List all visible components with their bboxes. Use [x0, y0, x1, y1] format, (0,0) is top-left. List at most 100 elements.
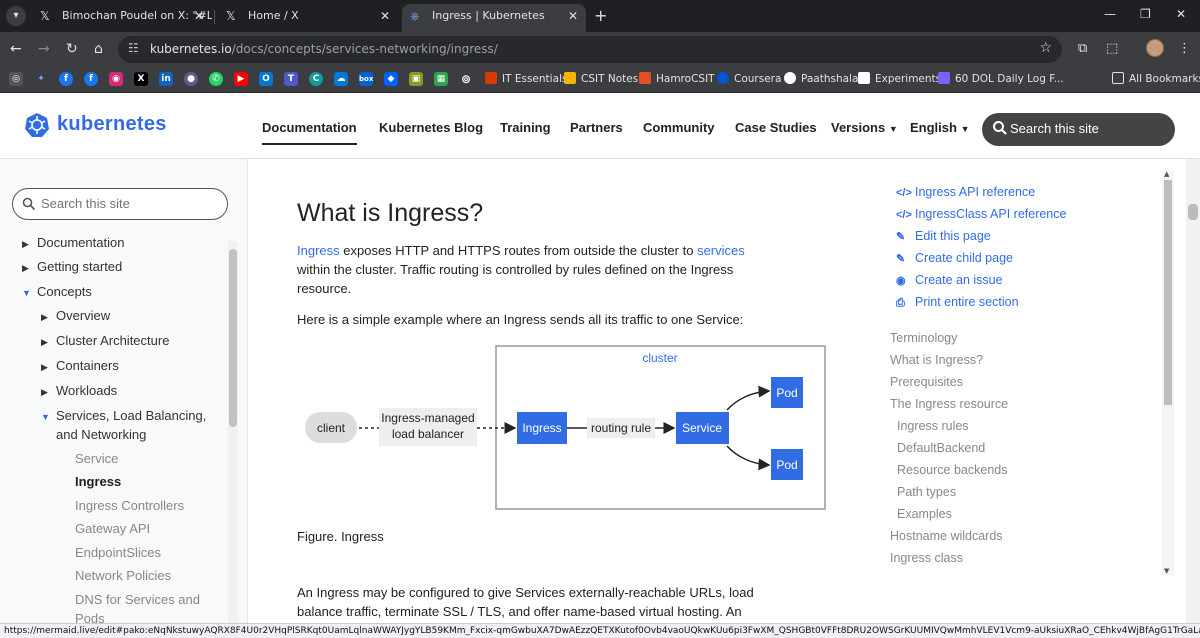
close-tab-icon[interactable]: ✕ — [568, 4, 578, 28]
avatar[interactable] — [1146, 39, 1164, 57]
close-window-icon[interactable]: ✕ — [1176, 7, 1186, 21]
restore-icon[interactable]: ❐ — [1140, 7, 1151, 21]
scrollbar-thumb[interactable] — [1164, 180, 1172, 405]
sidebar-sub-gateway-api[interactable]: Gateway API — [75, 521, 150, 536]
forward-button[interactable]: → — [38, 40, 50, 58]
sidebar-item-containers[interactable]: ▶ Containers — [41, 357, 119, 376]
sidebar-item-cluster-architecture[interactable]: ▶ Cluster Architecture — [41, 332, 169, 351]
scrollbar-thumb[interactable] — [1188, 204, 1198, 220]
outlook-icon[interactable]: O — [259, 72, 273, 86]
sidebar-sub-ingress-controllers[interactable]: Ingress Controllers — [75, 498, 184, 513]
kubernetes-logo-icon[interactable] — [24, 112, 50, 138]
bookmark-csit-notes[interactable]: CSIT Notes — [564, 71, 638, 87]
sheets-icon[interactable]: ▦ — [434, 72, 448, 86]
sidebar-sub-endpointslices[interactable]: EndpointSlices — [75, 545, 161, 560]
github-copilot-icon[interactable]: ● — [184, 72, 198, 86]
nav-case-studies[interactable]: Case Studies — [735, 120, 817, 135]
bookmark-coursera[interactable]: Coursera — [717, 71, 781, 87]
sidebar-item-documentation[interactable]: ▶ Documentation — [22, 234, 124, 253]
services-link[interactable]: services — [697, 243, 745, 258]
onedrive-icon[interactable]: ☁ — [334, 72, 348, 86]
toc-item-ingress-resource[interactable]: The Ingress resource — [890, 397, 1008, 411]
new-tab-button[interactable]: + — [594, 6, 607, 26]
nav-kubernetes-blog[interactable]: Kubernetes Blog — [379, 120, 483, 135]
home-button[interactable]: ⌂ — [94, 40, 103, 58]
sidebar-sub-service[interactable]: Service — [75, 451, 118, 466]
toc-item-hostname-wildcards[interactable]: Hostname wildcards — [890, 529, 1003, 543]
site-info-icon[interactable]: ☷ — [128, 41, 139, 55]
nav-versions[interactable]: Versions ▼ — [831, 120, 898, 135]
page-scrollbar[interactable] — [1186, 159, 1200, 623]
bookmark-paathshala[interactable]: Paathshala — [784, 71, 858, 87]
close-tab-icon[interactable]: ✕ — [380, 4, 390, 28]
nav-documentation[interactable]: Documentation — [262, 120, 357, 145]
edit-page-link[interactable]: ✎ Edit this page — [896, 228, 991, 245]
tab-search-button[interactable]: ▾ — [6, 6, 26, 26]
nav-partners[interactable]: Partners — [570, 120, 623, 135]
toc-item-what-is-ingress[interactable]: What is Ingress? — [890, 353, 983, 367]
github-icon[interactable]: ⊚ — [459, 72, 473, 86]
toc-item-default-backend[interactable]: DefaultBackend — [897, 441, 985, 455]
sidebar-item-services-networking[interactable]: ▼ Services, Load Balancing, — [41, 407, 206, 426]
sidebar-item-overview[interactable]: ▶ Overview — [41, 307, 110, 326]
create-issue-link[interactable]: ◉ Create an issue — [896, 272, 1003, 289]
url-text[interactable]: kubernetes.io/docs/concepts/services-net… — [150, 42, 498, 56]
sidebar-item-concepts[interactable]: ▼ Concepts — [22, 283, 92, 302]
create-child-page-link[interactable]: ✎ Create child page — [896, 250, 1013, 267]
sidebar-scrollbar[interactable] — [228, 241, 238, 623]
sidebar-item-services-networking-cont[interactable]: and Networking — [56, 426, 146, 444]
toc-item-examples[interactable]: Examples — [897, 507, 952, 521]
linkedin-icon[interactable]: in — [159, 72, 173, 86]
youtube-icon[interactable]: ▶ — [234, 72, 248, 86]
sidebar-sub-ingress[interactable]: Ingress — [75, 474, 121, 489]
ingressclass-api-reference-link[interactable]: </> IngressClass API reference — [896, 206, 1066, 223]
scrollbar-thumb[interactable] — [229, 249, 237, 427]
address-bar[interactable]: ☷ kubernetes.io/docs/concepts/services-n… — [118, 36, 1062, 63]
extensions-icon[interactable]: ⬚ — [1106, 41, 1118, 56]
teams-icon[interactable]: T — [284, 72, 298, 86]
nav-community[interactable]: Community — [643, 120, 715, 135]
bookmark-hamrocsit[interactable]: HamroCSIT — [639, 71, 715, 87]
toc-item-resource-backends[interactable]: Resource backends — [897, 463, 1007, 477]
toc-item-ingress-rules[interactable]: Ingress rules — [897, 419, 969, 433]
menu-icon[interactable]: ⋮ — [1178, 41, 1191, 56]
dropbox-icon[interactable]: ◆ — [384, 72, 398, 86]
whatsapp-icon[interactable]: ✆ — [209, 72, 223, 86]
bookmark-experiments[interactable]: Experiments — [858, 71, 941, 87]
box-icon[interactable]: box — [359, 72, 373, 86]
bookmark-it-essentials[interactable]: IT Essentials — [485, 71, 567, 87]
sidebar-item-getting-started[interactable]: ▶ Getting started — [22, 258, 122, 277]
tab-ingress-kubernetes[interactable]: ⎈ Ingress | Kubernetes ✕ — [402, 4, 586, 32]
tab-home-x[interactable]: 𝕏 Home / X ✕ — [218, 4, 398, 32]
bookmark-60-dol[interactable]: 60 DOL Daily Log F... — [938, 71, 1064, 87]
tab-bimochan[interactable]: 𝕏 Bimochan Poudel on X: "#LSPPU ✕ — [32, 4, 212, 32]
toc-item-path-types[interactable]: Path types — [897, 485, 956, 499]
sidebar-sub-dns[interactable]: DNS for Services and — [75, 592, 200, 607]
copilot-icon[interactable]: C — [309, 72, 323, 86]
ingress-api-reference-link[interactable]: </> Ingress API reference — [896, 184, 1035, 201]
translate-icon[interactable]: ⧉ — [1078, 41, 1087, 56]
facebook-icon[interactable]: f — [84, 72, 98, 86]
sidebar-search-input[interactable]: Search this site — [12, 188, 228, 220]
bookmark-star-icon[interactable]: ☆ — [1039, 40, 1052, 56]
reload-button[interactable]: ↻ — [66, 40, 78, 58]
instagram-icon[interactable]: ◉ — [109, 72, 123, 86]
toc-item-ingress-class[interactable]: Ingress class — [890, 551, 963, 565]
site-search-input[interactable]: Search this site — [982, 113, 1175, 146]
bookmark-icon[interactable]: ◎ — [9, 72, 23, 86]
gemini-icon[interactable]: ✦ — [34, 72, 48, 86]
sidebar-sub-dns-cont[interactable]: Pods — [75, 611, 105, 623]
sidebar-item-workloads[interactable]: ▶ Workloads — [41, 382, 117, 401]
close-tab-icon[interactable]: ✕ — [194, 4, 204, 28]
nav-english[interactable]: English ▼ — [910, 120, 970, 135]
image-icon[interactable]: ▣ — [409, 72, 423, 86]
facebook-icon[interactable]: f — [59, 72, 73, 86]
all-bookmarks[interactable]: All Bookmarks — [1112, 71, 1200, 87]
scroll-down-icon[interactable]: ▼ — [1164, 567, 1169, 575]
scroll-up-icon[interactable]: ▲ — [1164, 170, 1169, 178]
back-button[interactable]: ← — [10, 40, 22, 58]
toc-scrollbar[interactable]: ▲ ▼ — [1162, 170, 1174, 575]
nav-training[interactable]: Training — [500, 120, 551, 135]
print-section-link[interactable]: ⎙ Print entire section — [896, 294, 1019, 311]
x-logo-icon[interactable]: X — [134, 72, 148, 86]
